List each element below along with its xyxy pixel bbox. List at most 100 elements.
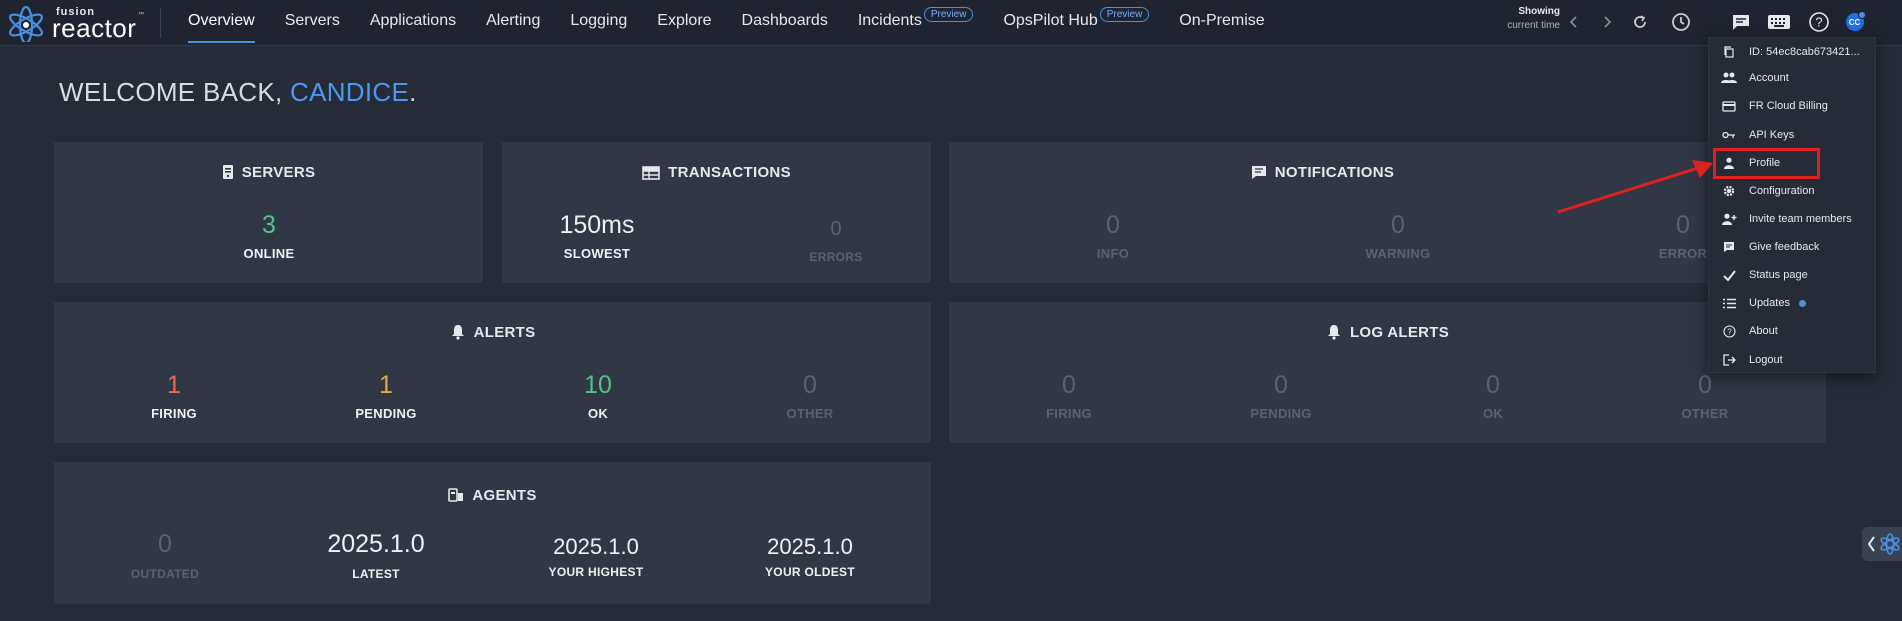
nav-logging[interactable]: Logging: [570, 0, 627, 43]
notifications-info-stat: 0 INFO: [1028, 210, 1198, 261]
agents-highest-stat: 2025.1.0 YOUR HIGHEST: [511, 534, 681, 579]
log-alerts-firing-value: 0: [1062, 371, 1076, 399]
people-icon: [1721, 70, 1737, 86]
preview-badge: Preview: [923, 7, 974, 22]
transactions-card[interactable]: TRANSACTIONS 150ms SLOWEST 0 ERRORS: [502, 142, 931, 283]
chevron-left-icon: [1867, 536, 1875, 552]
nav-applications[interactable]: Applications: [370, 0, 456, 43]
servers-online-label: ONLINE: [243, 246, 295, 261]
servers-online-value: 3: [262, 211, 276, 239]
log-alerts-ok-label: OK: [1482, 406, 1504, 421]
nav-alerting[interactable]: Alerting: [486, 0, 540, 43]
avatar[interactable]: CC: [1842, 9, 1868, 35]
chevron-right-icon[interactable]: [1594, 9, 1620, 35]
clock-icon[interactable]: [1668, 9, 1694, 35]
refresh-icon[interactable]: [1627, 9, 1653, 35]
logo-trademark: ™: [138, 12, 144, 18]
chat-feedback-icon[interactable]: [1728, 9, 1754, 35]
person-add-icon: [1721, 211, 1737, 227]
server-icon: [222, 165, 233, 179]
transactions-errors-label: ERRORS: [809, 250, 863, 264]
menu-item-label: Configuration: [1749, 185, 1815, 197]
agents-card[interactable]: AGENTS 0 OUTDATED 2025.1.0 LATEST 2025.1…: [54, 462, 931, 604]
log-alerts-other-stat[interactable]: 0 OTHER: [1620, 370, 1790, 421]
main-nav: Overview Servers Applications Alerting L…: [188, 0, 1295, 46]
menu-item-account[interactable]: Account: [1709, 64, 1877, 92]
atom-icon: [1880, 533, 1900, 555]
menu-item-label: Invite team members: [1749, 213, 1852, 225]
alerts-ok-stat[interactable]: 10 OK: [513, 370, 683, 421]
nav-dashboards[interactable]: Dashboards: [742, 0, 828, 43]
nav-incidents[interactable]: Incidents Preview: [858, 0, 974, 43]
agents-highest-value: 2025.1.0: [553, 534, 639, 559]
logo-divider: [160, 8, 161, 38]
menu-item-id[interactable]: ID: 54ec8cab673421...: [1709, 38, 1877, 66]
log-alerts-firing-label: FIRING: [1046, 406, 1092, 421]
menu-item-label: About: [1749, 325, 1778, 337]
feedback-icon: [1721, 239, 1737, 255]
check-icon: [1721, 267, 1737, 283]
log-alerts-card[interactable]: LOG ALERTS 0 FIRING 0 PENDING 0 OK 0 OTH…: [949, 302, 1826, 443]
menu-item-status-page[interactable]: Status page: [1709, 261, 1877, 289]
notifications-info-value: 0: [1106, 211, 1120, 239]
svg-text:?: ?: [1727, 327, 1732, 336]
agents-oldest-label: YOUR OLDEST: [765, 565, 855, 579]
nav-opspilot-hub[interactable]: OpsPilot Hub Preview: [1003, 0, 1150, 43]
time-range-label[interactable]: Showing current time: [1490, 5, 1560, 33]
alerts-other-value: 0: [803, 371, 817, 399]
transactions-card-title: TRANSACTIONS: [502, 164, 931, 181]
alerts-pending-stat[interactable]: 1 PENDING: [301, 370, 471, 421]
bell-icon: [451, 325, 464, 340]
annotation-arrow: [1557, 160, 1713, 214]
keyboard-icon[interactable]: [1766, 9, 1792, 35]
top-navbar: fusion reactor ™ Overview Servers Applic…: [0, 0, 1902, 46]
menu-item-configuration[interactable]: Configuration: [1709, 177, 1877, 205]
list-icon: [1721, 295, 1737, 311]
menu-item-label: FR Cloud Billing: [1749, 100, 1828, 112]
side-panel-toggle[interactable]: [1862, 527, 1902, 561]
log-alerts-firing-stat[interactable]: 0 FIRING: [984, 370, 1154, 421]
user-menu-dropdown: ID: 54ec8cab673421... Account FR Cloud B…: [1708, 37, 1876, 373]
nav-explore[interactable]: Explore: [657, 0, 711, 43]
nav-on-premise[interactable]: On-Premise: [1179, 0, 1264, 43]
unread-dot: [1798, 299, 1806, 307]
agents-outdated-label: OUTDATED: [130, 567, 200, 581]
agents-latest-value: 2025.1.0: [327, 530, 425, 558]
menu-item-label: Give feedback: [1749, 241, 1820, 253]
message-icon: [1251, 166, 1266, 179]
menu-item-logout[interactable]: Logout: [1709, 346, 1877, 374]
menu-item-updates[interactable]: Updates: [1709, 289, 1877, 317]
alerts-other-label: OTHER: [786, 406, 834, 421]
menu-item-invite[interactable]: Invite team members: [1709, 205, 1877, 233]
alerts-other-stat[interactable]: 0 OTHER: [725, 370, 895, 421]
alerts-firing-stat[interactable]: 1 FIRING: [89, 370, 259, 421]
alerts-pending-label: PENDING: [355, 406, 417, 421]
log-alerts-pending-label: PENDING: [1250, 406, 1312, 421]
servers-card[interactable]: SERVERS 3 ONLINE: [54, 142, 483, 283]
agents-latest-label: LATEST: [352, 567, 400, 581]
agent-icon: [448, 488, 464, 502]
fusionreactor-logo[interactable]: fusion reactor ™: [6, 4, 156, 43]
alerts-card-title: ALERTS: [54, 324, 931, 341]
log-alerts-pending-stat[interactable]: 0 PENDING: [1196, 370, 1366, 421]
welcome-prefix: WELCOME BACK,: [59, 77, 291, 107]
menu-item-label: API Keys: [1749, 129, 1795, 141]
menu-item-about[interactable]: ? About: [1709, 317, 1877, 345]
welcome-user-name: CANDICE: [290, 77, 410, 107]
transactions-errors-value: 0: [830, 218, 842, 240]
key-icon: [1721, 127, 1737, 143]
menu-item-label: ID: 54ec8cab673421...: [1749, 46, 1860, 58]
nav-overview[interactable]: Overview: [188, 0, 255, 43]
menu-item-billing[interactable]: FR Cloud Billing: [1709, 92, 1877, 120]
alerts-card[interactable]: ALERTS 1 FIRING 1 PENDING 10 OK 0 OTHER: [54, 302, 931, 443]
menu-item-feedback[interactable]: Give feedback: [1709, 233, 1877, 261]
menu-item-api-keys[interactable]: API Keys: [1709, 121, 1877, 149]
log-alerts-ok-stat[interactable]: 0 OK: [1408, 370, 1578, 421]
servers-online-stat: 3 ONLINE: [184, 210, 354, 261]
nav-servers[interactable]: Servers: [285, 0, 340, 43]
chevron-left-icon[interactable]: [1561, 9, 1587, 35]
help-icon[interactable]: ?: [1806, 9, 1832, 35]
agents-outdated-stat: 0 OUTDATED: [80, 529, 250, 581]
menu-item-label: Logout: [1749, 354, 1783, 366]
preview-badge: Preview: [1099, 7, 1150, 22]
